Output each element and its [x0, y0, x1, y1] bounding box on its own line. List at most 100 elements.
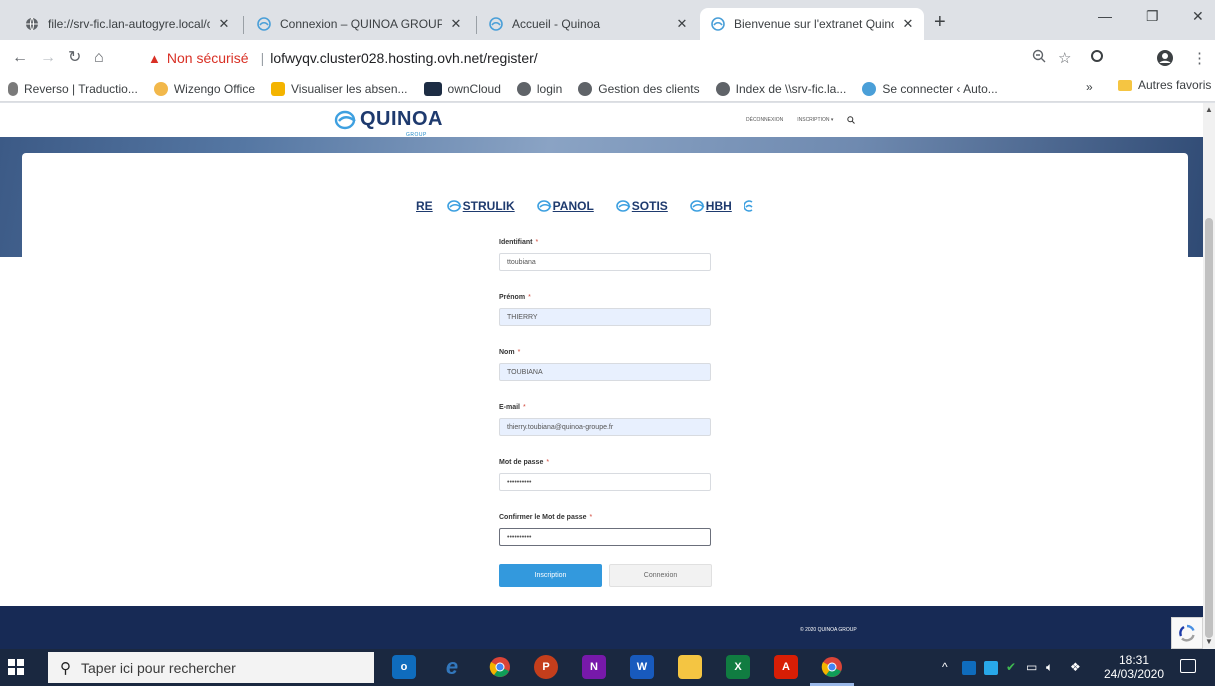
search-icon[interactable]: [847, 116, 856, 124]
file-explorer-icon[interactable]: [678, 655, 702, 679]
notification-center-icon[interactable]: [1180, 659, 1196, 673]
forward-arrow-icon[interactable]: →: [40, 49, 56, 67]
bookmark-item[interactable]: Gestion des clients: [578, 81, 700, 96]
recaptcha-badge[interactable]: [1171, 617, 1203, 649]
brand-name: HBH: [705, 199, 732, 213]
bookmark-label: Gestion des clients: [598, 81, 700, 96]
restore-icon[interactable]: ❐: [1146, 8, 1159, 25]
volume-icon[interactable]: 🔈︎: [1046, 660, 1053, 675]
tab-title: Bienvenue sur l'extranet Quinoa: [734, 17, 894, 31]
bookmark-item[interactable]: Reverso | Traductio...: [8, 81, 138, 96]
bookmark-item[interactable]: ownCloud: [423, 81, 501, 96]
confirm-password-input[interactable]: ••••••••••: [499, 528, 711, 546]
register-menu[interactable]: INSCRIPTION ▾: [797, 117, 833, 123]
edge-icon[interactable]: e: [440, 654, 464, 679]
brand-name: STRULIK: [462, 199, 515, 213]
other-bookmarks-folder[interactable]: Autres favoris: [1118, 78, 1211, 92]
field-group-password: Mot de passe * ••••••••••: [499, 459, 711, 514]
extension-icon[interactable]: [1090, 49, 1104, 67]
tab-close-icon[interactable]: ✕: [216, 16, 232, 32]
bookmark-item[interactable]: Visualiser les absen...: [271, 81, 408, 96]
tab-close-icon[interactable]: ✕: [674, 16, 690, 32]
password-input[interactable]: ••••••••••: [499, 473, 711, 491]
inscription-button[interactable]: Inscription: [499, 564, 602, 587]
prenom-input[interactable]: THIERRY: [499, 308, 711, 326]
tab-close-icon[interactable]: ✕: [900, 16, 916, 32]
globe-icon: [715, 81, 730, 96]
system-clock[interactable]: 18:31 24/03/2020: [1102, 653, 1166, 681]
chrome-icon[interactable]: [488, 655, 512, 679]
tab-file-srv[interactable]: file://srv-fic.lan-autogyre.local/co ✕: [14, 8, 240, 40]
absences-icon: [271, 81, 285, 96]
tray-outlook-icon[interactable]: [962, 661, 976, 675]
network-icon[interactable]: ▭: [1026, 660, 1037, 674]
tab-connexion[interactable]: Connexion – QUINOA GROUP ✕: [246, 8, 472, 40]
profile-avatar-icon[interactable]: [1156, 49, 1174, 71]
globe-icon: [516, 81, 531, 96]
address-bar[interactable]: ▲ Non sécurisé | lofwyqv.cluster028.host…: [148, 44, 1068, 72]
brand-name: SOTIS: [631, 199, 668, 213]
bookmarks-bar: Reverso | Traductio... Wizengo Office Vi…: [0, 76, 1215, 102]
back-arrow-icon[interactable]: ←: [12, 49, 28, 67]
minimize-icon[interactable]: —: [1098, 8, 1112, 24]
nom-input[interactable]: TOUBIANA: [499, 363, 711, 381]
required-mark: *: [535, 239, 539, 246]
word-icon[interactable]: W: [630, 655, 654, 679]
chrome-active-icon[interactable]: [820, 655, 844, 679]
field-label: Mot de passe *: [499, 459, 550, 466]
bookmark-label: Visualiser les absen...: [291, 81, 408, 96]
field-label: Confirmer le Mot de passe *: [499, 514, 593, 521]
dropbox-icon[interactable]: ❖: [1070, 660, 1081, 674]
required-mark: *: [523, 404, 526, 411]
close-window-icon[interactable]: ✕: [1192, 8, 1204, 25]
onenote-icon[interactable]: N: [582, 655, 606, 679]
outlook-icon[interactable]: o: [392, 655, 416, 679]
search-placeholder: Taper ici pour rechercher: [81, 659, 236, 676]
bookmarks-overflow-button[interactable]: »: [1086, 80, 1093, 94]
home-icon[interactable]: ⌂: [94, 49, 104, 67]
scroll-down-icon[interactable]: ▼: [1205, 637, 1213, 646]
bookmark-item[interactable]: login: [516, 81, 562, 96]
recaptcha-icon: [1179, 624, 1195, 642]
menu-kebab-icon[interactable]: ⋮: [1192, 49, 1207, 67]
field-label: E-mail *: [499, 404, 526, 411]
bookmark-item[interactable]: Wizengo Office: [153, 81, 255, 96]
bookmark-label: Wizengo Office: [173, 81, 255, 96]
scroll-thumb[interactable]: [1205, 218, 1213, 638]
email-input[interactable]: thierry.toubiana@quinoa-groupe.fr: [499, 418, 711, 436]
powerpoint-icon[interactable]: P: [534, 655, 558, 679]
page-scrollbar[interactable]: ▲ ▼: [1203, 103, 1215, 649]
tray-app-icon[interactable]: [984, 661, 998, 675]
required-mark: *: [589, 514, 593, 521]
identifiant-input[interactable]: ttoubiana: [499, 253, 711, 271]
bookmark-item[interactable]: Se connecter ‹ Auto...: [862, 81, 998, 96]
scroll-up-icon[interactable]: ▲: [1205, 105, 1213, 114]
required-mark: *: [528, 294, 531, 301]
quinoa-logo[interactable]: QUINOA GROUP: [334, 108, 443, 138]
reload-icon[interactable]: ↻: [68, 49, 81, 67]
zoom-icon[interactable]: [1032, 49, 1046, 67]
warning-icon: ▲: [148, 50, 161, 66]
field-group-confirm-password: Confirmer le Mot de passe * ••••••••••: [499, 514, 711, 569]
star-bookmark-icon[interactable]: ☆: [1058, 49, 1071, 67]
connexion-button[interactable]: Connexion: [609, 564, 712, 587]
windows-start-icon[interactable]: [8, 659, 24, 675]
excel-icon[interactable]: X: [726, 655, 750, 679]
clock-date: 24/03/2020: [1103, 667, 1165, 681]
tab-title: file://srv-fic.lan-autogyre.local/co: [48, 17, 210, 31]
new-tab-button[interactable]: +: [934, 12, 946, 32]
tab-close-icon[interactable]: ✕: [448, 16, 464, 32]
tab-accueil[interactable]: Accueil - Quinoa ✕: [478, 8, 698, 40]
tray-check-icon[interactable]: ✔: [1006, 660, 1016, 674]
quinoa-icon: [862, 81, 877, 96]
taskbar-search-box[interactable]: ⚲ Taper ici pour rechercher: [48, 652, 374, 683]
tray-chevron-icon[interactable]: ^: [942, 660, 948, 674]
tab-bienvenue-active[interactable]: Bienvenue sur l'extranet Quinoa ✕: [700, 8, 924, 40]
required-mark: *: [517, 349, 521, 356]
bookmark-label: Index de \\srv-fic.la...: [735, 81, 847, 96]
logout-link[interactable]: DÉCONNEXION: [746, 117, 783, 123]
bookmark-item[interactable]: Index de \\srv-fic.la...: [715, 81, 847, 96]
acrobat-icon[interactable]: A: [774, 655, 798, 679]
wizengo-icon: [153, 81, 168, 96]
security-status: Non sécurisé: [166, 50, 249, 66]
